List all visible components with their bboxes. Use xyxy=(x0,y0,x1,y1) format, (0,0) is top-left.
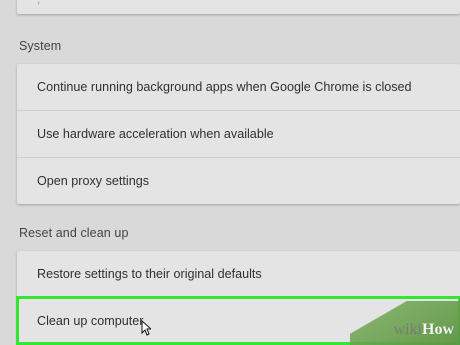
hardware-acceleration-label: Use hardware acceleration when available xyxy=(37,127,274,141)
restore-defaults-label: Restore settings to their original defau… xyxy=(37,267,262,281)
background-apps-toggle-row[interactable]: Continue running background apps when Go… xyxy=(17,64,460,110)
watermark-part2: How xyxy=(422,321,454,338)
background-apps-label: Continue running background apps when Go… xyxy=(37,80,412,94)
previous-row-fragment: , xyxy=(37,0,40,6)
open-proxy-settings-label: Open proxy settings xyxy=(37,174,150,188)
watermark-part1: wiki xyxy=(393,321,422,338)
hardware-acceleration-toggle-row[interactable]: Use hardware acceleration when available xyxy=(17,110,460,157)
clean-up-computer-label: Clean up computer xyxy=(37,314,144,328)
system-section-header: System xyxy=(19,39,62,53)
reset-section-header: Reset and clean up xyxy=(19,226,129,240)
system-settings-card: Continue running background apps when Go… xyxy=(17,64,460,204)
restore-defaults-row[interactable]: Restore settings to their original defau… xyxy=(17,251,460,297)
previous-settings-card: , xyxy=(17,0,460,14)
mouse-pointer-icon xyxy=(141,320,151,336)
open-proxy-settings-row[interactable]: Open proxy settings xyxy=(17,157,460,204)
wikihow-watermark: wiki How xyxy=(394,321,454,339)
